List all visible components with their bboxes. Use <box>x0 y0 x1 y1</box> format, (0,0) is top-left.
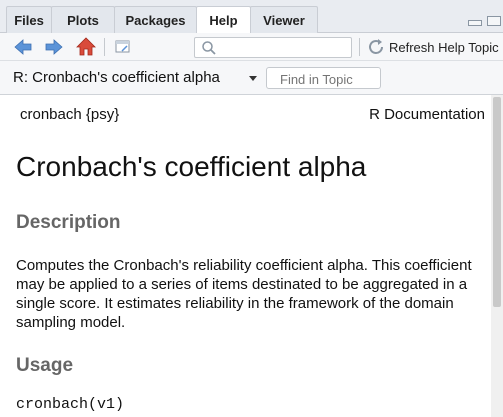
maximize-pane-button[interactable] <box>487 16 501 26</box>
topic-selector[interactable]: R: Cronbach's coefficient alpha <box>13 69 220 86</box>
toolbar-separator <box>359 38 360 56</box>
open-in-window-icon[interactable] <box>113 38 133 56</box>
pane-tab-bar: Files Plots Packages Help Viewer <box>0 0 503 34</box>
arrow-right-icon[interactable] <box>44 38 64 56</box>
help-search-input[interactable] <box>194 37 352 58</box>
doc-source-label: R Documentation <box>369 106 485 123</box>
refresh-help-topic-button[interactable]: Refresh Help Topic <box>389 40 499 55</box>
tab-viewer[interactable]: Viewer <box>250 6 318 33</box>
home-icon[interactable] <box>75 36 97 57</box>
arrow-left-icon[interactable] <box>13 38 33 56</box>
chevron-down-icon[interactable] <box>249 76 257 81</box>
usage-code: cronbach(v1) <box>16 396 125 413</box>
find-in-topic-input[interactable] <box>266 67 381 89</box>
pane-window-controls <box>463 16 501 34</box>
tab-packages[interactable]: Packages <box>114 6 197 33</box>
tab-plots[interactable]: Plots <box>51 6 115 33</box>
vertical-scrollbar[interactable] <box>491 95 503 417</box>
help-content: cronbach {psy} R Documentation Cronbach'… <box>0 95 491 417</box>
topic-bar: R: Cronbach's coefficient alpha <box>0 61 503 95</box>
refresh-icon[interactable] <box>367 38 387 56</box>
doc-title: Cronbach's coefficient alpha <box>16 151 367 182</box>
doc-package-label: cronbach {psy} <box>20 106 120 123</box>
toolbar-separator <box>104 38 105 56</box>
tab-help[interactable]: Help <box>196 6 251 34</box>
scrollbar-thumb[interactable] <box>493 97 501 307</box>
magnifier-icon <box>201 40 217 61</box>
help-toolbar: Refresh Help Topic <box>0 33 503 61</box>
minimize-pane-button[interactable] <box>468 20 482 26</box>
description-heading: Description <box>16 212 121 233</box>
tab-files[interactable]: Files <box>6 6 52 33</box>
usage-heading: Usage <box>16 355 74 376</box>
description-text: Computes the Cronbach's reliability coef… <box>16 257 472 331</box>
